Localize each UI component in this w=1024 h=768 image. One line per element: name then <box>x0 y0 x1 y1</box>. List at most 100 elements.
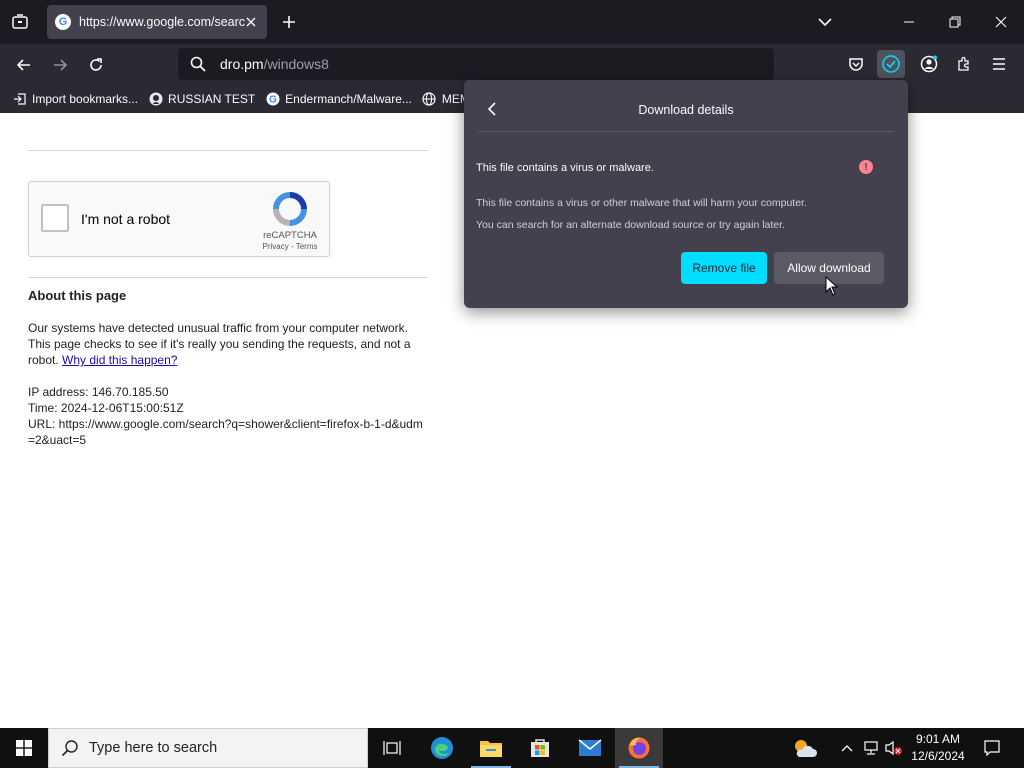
taskbar: Type here to search 9:01 AM 12/6/2024 <box>0 728 1024 768</box>
notifications-button[interactable] <box>978 728 1006 768</box>
weather-partly-cloudy-icon <box>795 740 817 757</box>
bookmark-mem[interactable]: MEM <box>422 91 470 106</box>
import-icon <box>12 91 27 106</box>
firefox-taskbar-button[interactable] <box>615 728 663 768</box>
panel-title: Download details <box>638 103 734 117</box>
recaptcha-checkbox[interactable] <box>41 204 69 232</box>
chevron-down-icon <box>818 18 832 27</box>
clock-time: 9:01 AM <box>915 732 961 746</box>
reload-button[interactable] <box>83 52 109 78</box>
taskbar-search-box[interactable]: Type here to search <box>48 728 368 768</box>
hamburger-menu-icon <box>993 58 1005 70</box>
account-icon <box>920 55 938 73</box>
close-window-button[interactable] <box>978 0 1024 44</box>
globe-icon <box>422 91 437 106</box>
windows-logo-icon <box>16 740 32 756</box>
bookmark-russian-test[interactable]: RUSSIAN TEST <box>148 91 255 106</box>
system-clock[interactable]: 9:01 AM 12/6/2024 <box>906 731 970 765</box>
extensions-button[interactable] <box>950 50 978 78</box>
network-button[interactable] <box>861 728 881 768</box>
list-all-tabs-button[interactable] <box>814 11 836 33</box>
tab-strip: G https://www.google.com/search?q=shower… <box>0 0 1024 44</box>
weather-widget[interactable] <box>788 728 820 768</box>
tab-google-search[interactable]: G https://www.google.com/search?q=shower… <box>47 5 267 39</box>
divider <box>28 277 428 278</box>
malware-heading: This file contains a virus or malware. <box>476 162 654 174</box>
back-button[interactable] <box>11 52 37 78</box>
download-details-panel: Download details This file contains a vi… <box>464 80 908 308</box>
volume-button[interactable] <box>884 728 904 768</box>
restore-button[interactable] <box>932 0 978 44</box>
account-button[interactable] <box>915 50 943 78</box>
url-path: /windows8 <box>263 56 329 72</box>
search-placeholder: Type here to search <box>89 740 218 756</box>
about-text: Our systems have detected unusual traffi… <box>28 320 428 368</box>
restore-icon <box>949 16 961 28</box>
edge-taskbar-button[interactable] <box>418 728 466 768</box>
description-line: This file contains a virus or other malw… <box>476 197 807 209</box>
search-icon <box>61 740 78 757</box>
timestamp: Time: 2024-12-06T15:00:51Z <box>28 401 184 415</box>
show-hidden-icons-button[interactable] <box>837 728 857 768</box>
address-bar[interactable]: dro.pm/windows8 <box>178 48 774 80</box>
download-done-icon <box>882 55 900 73</box>
mail-taskbar-button[interactable] <box>566 728 614 768</box>
recaptcha-brand: reCAPTCHA <box>263 230 317 241</box>
about-title: About this page <box>28 288 127 303</box>
request-url: URL: https://www.google.com/search?q=sho… <box>28 417 423 447</box>
edge-icon <box>431 737 453 759</box>
tab-close-button[interactable] <box>243 14 259 30</box>
recaptcha-logo-icon <box>273 192 307 226</box>
pocket-button[interactable] <box>842 50 870 78</box>
close-icon <box>246 17 256 27</box>
volume-muted-icon <box>885 740 902 756</box>
bookmark-import[interactable]: Import bookmarks... <box>12 91 138 106</box>
downloads-button[interactable] <box>877 50 905 78</box>
warning-icon: ! <box>859 160 873 174</box>
notification-icon <box>984 740 1000 756</box>
puzzle-icon <box>958 56 969 71</box>
pocket-icon <box>849 58 863 71</box>
task-view-icon <box>383 741 401 755</box>
app-menu-button[interactable] <box>985 50 1013 78</box>
github-icon <box>148 91 163 106</box>
firefox-view-button[interactable] <box>8 10 32 34</box>
forward-button[interactable] <box>47 52 73 78</box>
recaptcha-links[interactable]: Privacy - Terms <box>255 242 325 251</box>
svg-text:G: G <box>269 94 277 105</box>
arrow-left-icon <box>16 59 30 71</box>
new-tab-button[interactable] <box>278 11 300 33</box>
google-icon: G <box>265 91 280 106</box>
firefox-icon <box>628 737 650 759</box>
ip-address: IP address: 146.70.185.50 <box>28 385 169 399</box>
why-link[interactable]: Why did this happen? <box>62 353 177 367</box>
malware-description: This file contains a virus or other malw… <box>476 192 896 236</box>
tab-title: https://www.google.com/search?q=shower&c… <box>79 15 245 29</box>
store-icon <box>531 739 549 757</box>
arrow-right-icon <box>54 59 68 71</box>
minimize-button[interactable] <box>886 0 932 44</box>
mail-icon <box>578 739 602 756</box>
bookmark-label: RUSSIAN TEST <box>168 91 256 106</box>
request-info: IP address: 146.70.185.50 Time: 2024-12-… <box>28 384 428 448</box>
store-taskbar-button[interactable] <box>516 728 564 768</box>
bookmark-endermanch[interactable]: G Endermanch/Malware... <box>265 91 412 106</box>
reload-icon <box>90 58 102 71</box>
google-favicon-icon: G <box>55 14 71 30</box>
network-icon <box>864 741 878 755</box>
start-button[interactable] <box>0 728 48 768</box>
description-line: You can search for an alternate download… <box>476 219 785 231</box>
bookmark-label: Import bookmarks... <box>32 91 139 106</box>
divider <box>478 131 894 132</box>
file-explorer-taskbar-button[interactable] <box>467 728 515 768</box>
clock-date: 12/6/2024 <box>911 749 965 763</box>
plus-icon <box>283 16 295 28</box>
minimize-icon <box>904 21 914 23</box>
folder-icon <box>480 741 502 757</box>
task-view-button[interactable] <box>368 728 416 768</box>
url-domain: dro.pm <box>220 56 264 72</box>
url-text: dro.pm/windows8 <box>220 56 329 72</box>
search-icon <box>190 56 206 72</box>
remove-file-button[interactable]: Remove file <box>681 252 767 284</box>
bookmark-label: Endermanch/Malware... <box>285 91 412 106</box>
